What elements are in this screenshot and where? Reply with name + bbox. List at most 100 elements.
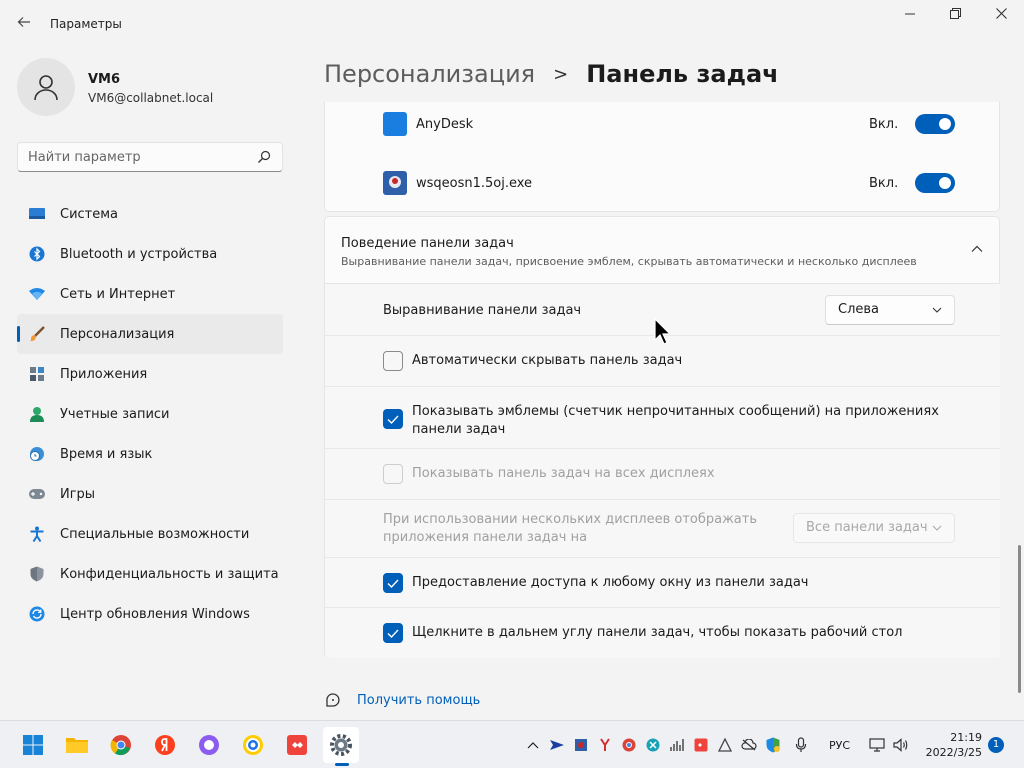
sidebar-item-system[interactable]: Система [17, 194, 283, 234]
sidebar-item-accounts[interactable]: Учетные записи [17, 394, 283, 434]
sidebar-item-privacy[interactable]: Конфиденциальность и защита [17, 554, 283, 594]
taskbar-clock[interactable]: 21:19 2022/3/25 [920, 730, 982, 760]
anydesk-icon [287, 735, 307, 755]
toggle-state-label: Вкл. [869, 175, 899, 191]
get-help-link[interactable]: Получить помощь [357, 693, 480, 708]
anydesk-icon [383, 112, 407, 136]
taskbar-yandex-browser[interactable] [235, 727, 271, 763]
arrow-left-icon [17, 17, 30, 27]
all-displays-checkbox[interactable] [383, 464, 403, 484]
minimize-button[interactable] [887, 6, 933, 26]
autohide-checkbox[interactable] [383, 351, 403, 371]
cloud-off-icon[interactable] [741, 737, 757, 753]
avatar[interactable] [17, 58, 75, 116]
chevron-up-icon [527, 742, 539, 749]
chrome-icon[interactable] [621, 737, 637, 753]
multi-display-label: При использовании нескольких дисплеев от… [383, 511, 757, 547]
sidebar-item-label: Сеть и Интернет [60, 286, 176, 302]
title-bar: Параметры [0, 0, 1024, 48]
shield-icon [28, 565, 46, 583]
taskbar: РУС 21:19 2022/3/25 1 [0, 720, 1024, 768]
breadcrumb-parent[interactable]: Персонализация [324, 60, 535, 88]
sidebar-item-label: Центр обновления Windows [60, 606, 250, 622]
alice-icon [199, 735, 219, 755]
sidebar-item-windows-update[interactable]: Центр обновления Windows [17, 594, 283, 634]
maximize-icon [949, 8, 961, 19]
scrollbar[interactable] [1018, 545, 1021, 693]
multi-display-dropdown[interactable]: Все панели задач [793, 513, 955, 543]
taskbar-file-explorer[interactable] [59, 727, 95, 763]
badges-row: Показывать эмблемы (счетчик непрочитанны… [325, 387, 1000, 449]
back-button[interactable] [12, 12, 36, 36]
show-hidden-icons-button[interactable] [525, 737, 541, 753]
gamepad-icon [28, 485, 46, 503]
breadcrumb: Персонализация > Панель задач [324, 60, 779, 88]
maximize-button[interactable] [932, 6, 978, 26]
apps-icon [28, 365, 46, 383]
network-icon[interactable] [869, 737, 885, 753]
sidebar-item-apps[interactable]: Приложения [17, 354, 283, 394]
taskbar-yandex[interactable] [147, 727, 183, 763]
search-box[interactable] [17, 142, 283, 172]
multi-display-row: При использовании нескольких дисплеев от… [325, 500, 1000, 558]
clock-time: 21:19 [950, 731, 982, 744]
globe-clock-icon [28, 445, 46, 463]
check-icon [387, 629, 399, 639]
all-displays-label: Показывать панель задач на всех дисплеях [412, 466, 715, 481]
search-icon[interactable] [256, 149, 272, 165]
monitor-icon [28, 205, 46, 223]
user-email: VM6@collabnet.local [88, 91, 214, 105]
network-activity-icon[interactable] [669, 737, 685, 753]
tray-app-icon[interactable] [573, 737, 589, 753]
app-name: wsqeosn1.5oj.exe [416, 175, 533, 191]
sidebar-item-bluetooth[interactable]: Bluetooth и устройства [17, 234, 283, 274]
taskbar-behavior-header[interactable]: Поведение панели задач Выравнивание пане… [325, 217, 1000, 284]
chevron-down-icon [932, 307, 942, 313]
yandex-icon [155, 735, 175, 755]
anydesk-icon[interactable] [693, 737, 709, 753]
anydesk-toggle[interactable] [915, 114, 955, 134]
sidebar-item-label: Игры [60, 486, 96, 502]
toggle-state-label: Вкл. [869, 116, 899, 132]
yandex-icon[interactable] [597, 737, 613, 753]
taskbar-alice[interactable] [191, 727, 227, 763]
sidebar-nav: Система Bluetooth и устройства Сеть и Ин… [17, 194, 283, 634]
tray-app-icon[interactable] [549, 737, 565, 753]
share-window-checkbox[interactable] [383, 573, 403, 593]
notification-badge[interactable]: 1 [988, 737, 1004, 753]
chevron-up-icon[interactable] [971, 243, 983, 255]
corner-overflow-card: AnyDesk Вкл. wsqeosn1.5oj.exe Вкл. [324, 102, 1000, 212]
search-input[interactable] [18, 143, 248, 171]
sidebar-item-label: Время и язык [60, 446, 153, 462]
alignment-label: Выравнивание панели задач [383, 303, 582, 318]
check-icon [387, 415, 399, 425]
start-button[interactable] [15, 727, 51, 763]
volume-icon[interactable] [893, 737, 909, 753]
input-language[interactable]: РУС [829, 739, 850, 752]
sidebar-item-label: Конфиденциальность и защита [60, 566, 279, 582]
alignment-dropdown[interactable]: Слева [825, 295, 955, 325]
app-icon [383, 171, 407, 195]
bluetooth-icon [28, 245, 46, 263]
microphone-icon[interactable] [793, 737, 809, 753]
sidebar-item-accessibility[interactable]: Специальные возможности [17, 514, 283, 554]
list-item: wsqeosn1.5oj.exe Вкл. [325, 155, 1000, 211]
far-corner-checkbox[interactable] [383, 623, 403, 643]
tray-app-icon[interactable] [645, 737, 661, 753]
app-toggle[interactable] [915, 173, 955, 193]
taskbar-chrome[interactable] [103, 727, 139, 763]
close-button[interactable] [978, 6, 1024, 26]
sidebar-item-network[interactable]: Сеть и Интернет [17, 274, 283, 314]
sidebar-item-gaming[interactable]: Игры [17, 474, 283, 514]
badges-label-line1: Показывать эмблемы (счетчик непрочитанны… [412, 404, 939, 419]
taskbar-anydesk[interactable] [279, 727, 315, 763]
share-window-row: Предоставление доступа к любому окну из … [325, 558, 1000, 608]
settings-icon [330, 734, 352, 756]
defender-icon[interactable] [765, 737, 781, 753]
sidebar-item-time-language[interactable]: Время и язык [17, 434, 283, 474]
dropdown-value: Все панели задач [806, 520, 928, 535]
tray-app-icon[interactable] [717, 737, 733, 753]
taskbar-settings[interactable] [323, 727, 359, 763]
sidebar-item-personalization[interactable]: Персонализация [17, 314, 283, 354]
badges-checkbox[interactable] [383, 409, 403, 429]
